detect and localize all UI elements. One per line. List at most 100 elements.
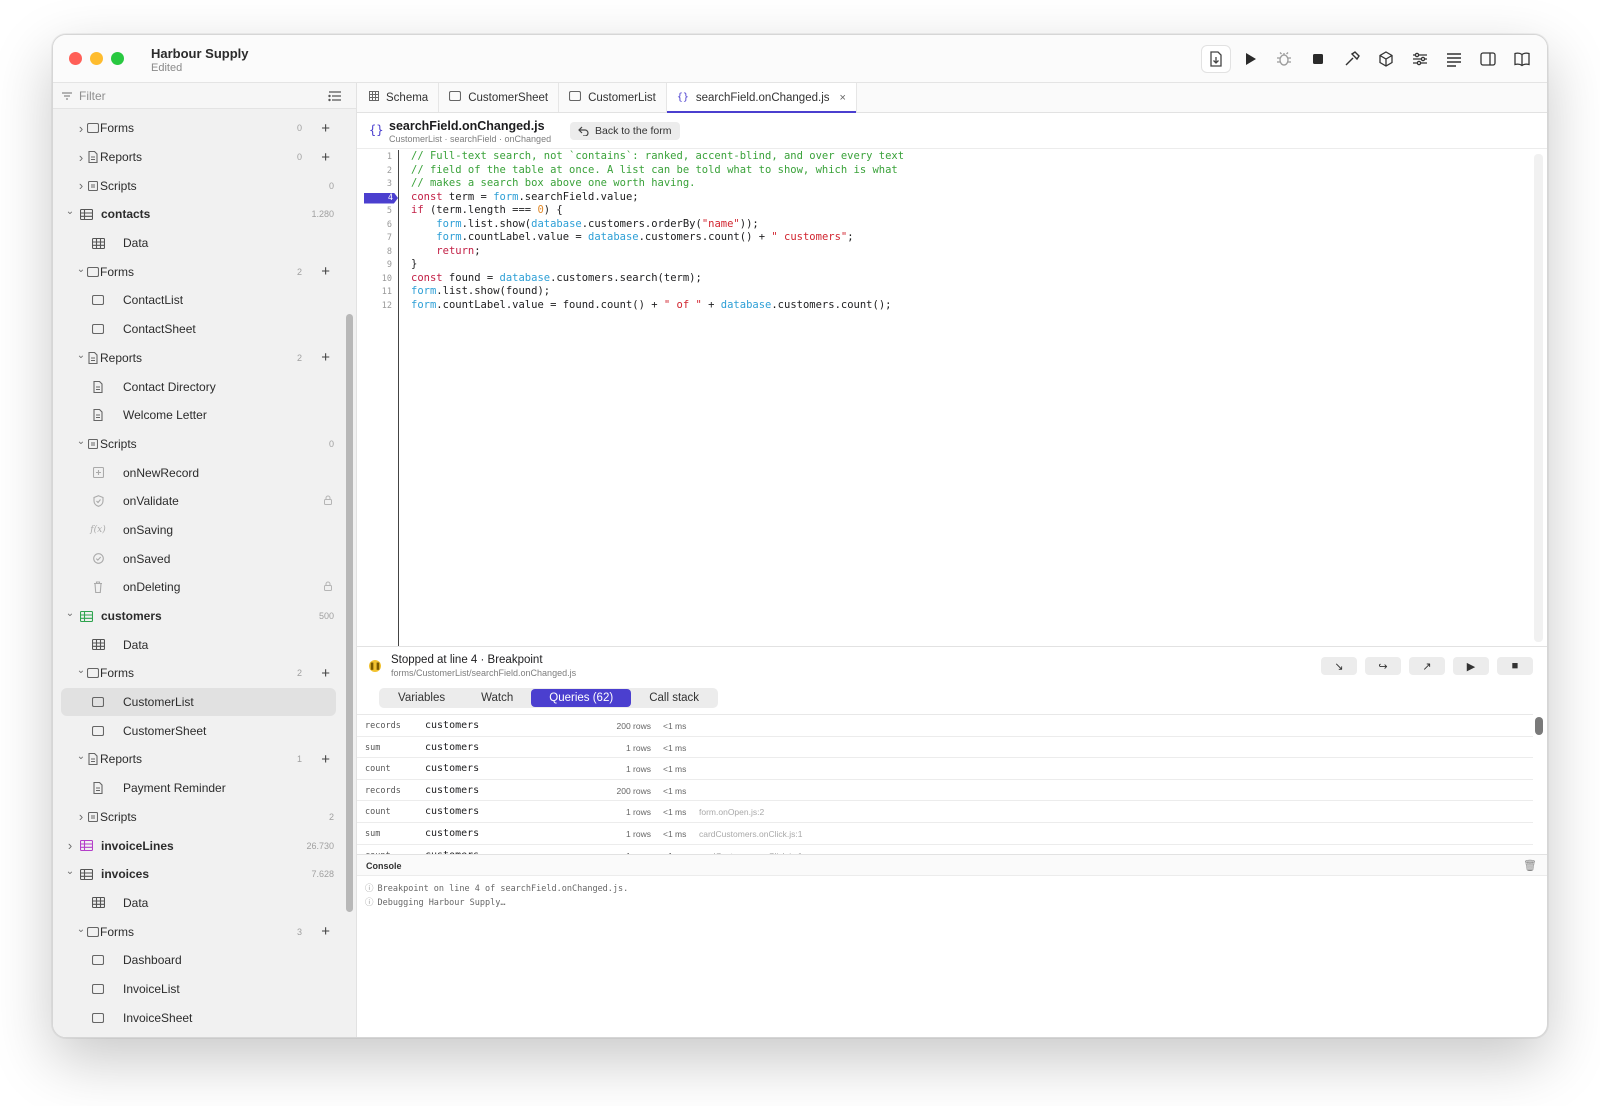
filter-input[interactable] [79, 88, 348, 103]
format-button[interactable] [1439, 45, 1469, 73]
line-number-gutter[interactable]: 1 2 3 4 5 6 7 8 9 10 11 12 [357, 150, 399, 646]
add-item-plus-icon[interactable]: + [321, 121, 330, 136]
sidebar-row[interactable]: › Forms 0 + [53, 114, 342, 143]
run-button[interactable] [1235, 45, 1265, 73]
editor-scrollbar[interactable] [1534, 154, 1543, 642]
sidebar-row[interactable]: Data [53, 889, 342, 918]
sidebar-row[interactable]: Data [53, 229, 342, 258]
step-out-button[interactable]: ↗ [1409, 657, 1445, 675]
step-into-button[interactable]: ↘ [1321, 657, 1357, 675]
chevron-right-icon[interactable]: › [76, 809, 86, 824]
clear-console-trash-icon[interactable]: 🗑 [1523, 859, 1537, 872]
query-row[interactable]: records customers 200 rows <1 ms [357, 715, 1533, 737]
query-row[interactable]: records customers 200 rows <1 ms [357, 780, 1533, 802]
debugger-tab-queries-62[interactable]: Queries (62) [531, 689, 632, 707]
add-item-plus-icon[interactable]: + [321, 666, 330, 681]
chevron-down-icon[interactable]: ⌄ [65, 866, 75, 877]
sidebar-row[interactable]: onNewRecord [53, 458, 342, 487]
documentation-button[interactable] [1507, 45, 1537, 73]
sidebar-row[interactable]: ContactList [53, 286, 342, 315]
sidebar-row[interactable]: ⌄ Reports 1 + [53, 745, 342, 774]
chevron-down-icon[interactable]: ⌄ [76, 665, 86, 676]
line-number[interactable]: 6 [387, 220, 392, 230]
chevron-down-icon[interactable]: ⌄ [76, 436, 86, 447]
chevron-down-icon[interactable]: ⌄ [76, 751, 86, 762]
step-over-button[interactable]: ↪ [1365, 657, 1401, 675]
sidebar-row[interactable]: onDeleting [53, 573, 342, 602]
tab-schema[interactable]: Schema [357, 83, 440, 112]
package-button[interactable] [1371, 45, 1401, 73]
add-item-plus-icon[interactable]: + [321, 150, 330, 165]
sidebar-row[interactable]: CustomerList [61, 687, 336, 717]
sidebar-row[interactable]: onSaved [53, 544, 342, 573]
sidebar-row[interactable]: ⌄ Forms 2 + [53, 659, 342, 688]
build-button[interactable] [1337, 45, 1367, 73]
sidebar-row[interactable]: › Reports 0 + [53, 143, 342, 172]
chevron-down-icon[interactable]: ⌄ [65, 206, 75, 217]
sidebar-row[interactable]: Contact Directory [53, 372, 342, 401]
debug-button[interactable] [1269, 45, 1299, 73]
sidebar-row[interactable]: InvoiceList [53, 975, 342, 1004]
sidebar-row[interactable]: Dashboard [53, 946, 342, 975]
chevron-right-icon[interactable]: › [65, 838, 75, 853]
line-number[interactable]: 7 [387, 233, 392, 243]
chevron-down-icon[interactable]: ⌄ [76, 264, 86, 275]
line-number[interactable]: 9 [387, 260, 392, 270]
sidebar-row[interactable]: ⌄ Scripts 0 [53, 430, 342, 459]
add-item-plus-icon[interactable]: + [321, 350, 330, 365]
line-number[interactable]: 10 [382, 274, 392, 284]
sidebar-row[interactable]: ⌄ contacts 1.280 [53, 200, 342, 229]
query-row[interactable]: count customers 1 rows <1 ms [357, 758, 1533, 780]
query-row[interactable]: countcustomers1 rows<1 mscardCustomers.o… [357, 845, 1533, 854]
back-to-form-button[interactable]: Back to the form [570, 122, 681, 140]
tab-customerlist[interactable]: CustomerList [559, 83, 667, 112]
query-row[interactable]: sum customers 1 rows <1 ms [357, 737, 1533, 759]
debugger-tab-watch[interactable]: Watch [463, 689, 531, 707]
code-editor[interactable]: 1 2 3 4 5 6 7 8 9 10 11 12 // Full-text search, not… [357, 150, 1547, 646]
sidebar-row[interactable]: ⌄ Forms 2 + [53, 257, 342, 286]
sidebar-row[interactable]: onValidate [53, 487, 342, 516]
chevron-right-icon[interactable]: › [76, 150, 86, 165]
add-item-plus-icon[interactable]: + [321, 924, 330, 939]
debugger-tab-variables[interactable]: Variables [380, 689, 463, 707]
sidebar-row[interactable]: ⌄ Reports 2 + [53, 344, 342, 373]
export-button[interactable] [1201, 45, 1231, 73]
tab-customersheet[interactable]: CustomerSheet [439, 83, 560, 112]
line-number[interactable]: 11 [382, 287, 392, 297]
toggle-inspector-button[interactable] [1473, 45, 1503, 73]
chevron-down-icon[interactable]: ⌄ [76, 350, 86, 361]
sidebar-row[interactable]: › Scripts 2 [53, 803, 342, 832]
query-row[interactable]: count customers 1 rows <1 ms form.onOpen.js:… [357, 801, 1533, 823]
chevron-down-icon[interactable]: ⌄ [76, 924, 86, 935]
close-window-button[interactable] [69, 52, 82, 65]
chevron-down-icon[interactable]: ⌄ [65, 608, 75, 619]
sidebar-scrollbar[interactable] [346, 314, 353, 912]
sidebar-row[interactable]: › Scripts 0 [53, 171, 342, 200]
tab-searchfield-onchanged-js[interactable]: {} searchField.onChanged.js × [666, 83, 857, 113]
sidebar-row[interactable]: InvoiceSheet [53, 1003, 342, 1032]
code-text[interactable]: // Full-text search, not `contains`: ran… [411, 150, 904, 312]
sidebar-row[interactable]: ContactSheet [53, 315, 342, 344]
breakpoint-marker[interactable]: 4 [364, 192, 398, 204]
stop-button[interactable] [1303, 45, 1333, 73]
chevron-right-icon[interactable]: › [76, 178, 86, 193]
line-number[interactable]: 12 [382, 301, 392, 311]
line-number[interactable]: 3 [387, 179, 392, 189]
zoom-window-button[interactable] [111, 52, 124, 65]
continue-button[interactable]: ▶ [1453, 657, 1489, 675]
sidebar-row[interactable]: f(x) onSaving [53, 516, 342, 545]
queries-scrollbar[interactable] [1535, 717, 1543, 735]
sidebar-row[interactable]: › invoiceLines 26.730 [53, 831, 342, 860]
sidebar-row[interactable]: CustomerSheet [53, 716, 342, 745]
sidebar-row[interactable]: ⌄ customers 500 [53, 602, 342, 631]
add-item-plus-icon[interactable]: + [321, 752, 330, 767]
query-row[interactable]: sum customers 1 rows <1 ms cardCustomers.onC… [357, 823, 1533, 845]
sidebar-row[interactable]: ⌄ invoices 7.628 [53, 860, 342, 889]
line-number[interactable]: 5 [387, 206, 392, 216]
debugger-tab-call-stack[interactable]: Call stack [631, 689, 717, 707]
outline-options-icon[interactable] [328, 90, 342, 102]
line-number[interactable]: 1 [387, 152, 392, 162]
line-number[interactable]: 2 [387, 166, 392, 176]
sidebar-row[interactable]: Payment Reminder [53, 774, 342, 803]
settings-button[interactable] [1405, 45, 1435, 73]
